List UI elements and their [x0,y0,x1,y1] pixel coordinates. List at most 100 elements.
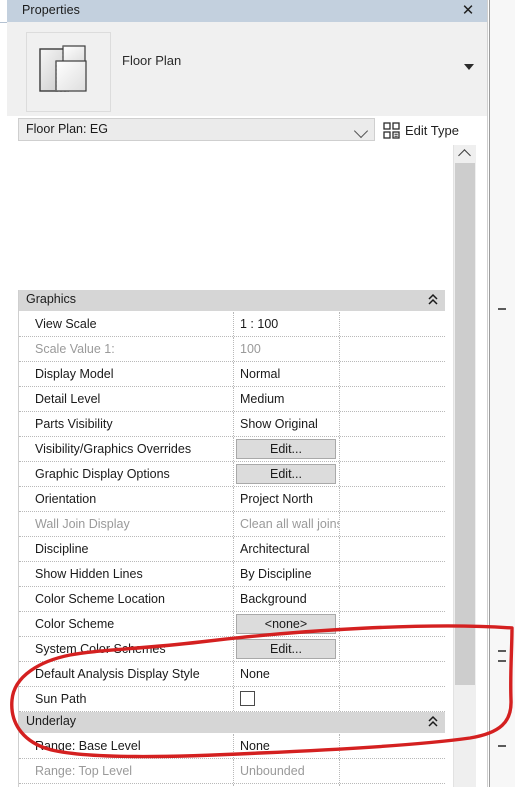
scrollbar-thumb[interactable] [455,163,475,685]
type-thumbnail[interactable] [26,32,111,112]
panel-title: Properties [22,3,80,17]
outer-scrollbar-tick [498,308,506,310]
property-row-tail [340,734,445,758]
property-row[interactable]: Color Scheme <none> [19,612,445,637]
collapse-double-chevron-up-icon[interactable] [427,715,439,729]
property-row-tail [340,387,445,411]
caret-down-icon[interactable] [464,64,474,70]
property-row-tail [340,612,445,636]
property-value[interactable]: Project North [234,487,340,511]
property-name: Wall Join Display [19,512,234,536]
property-row[interactable]: Range: Base Level None [19,734,445,759]
section-title: Graphics [26,292,77,306]
property-name: Detail Level [19,387,234,411]
property-value[interactable]: Architectural [234,537,340,561]
property-value[interactable]: 100 [234,337,340,361]
property-row-tail [340,412,445,436]
property-row[interactable]: Wall Join Display Clean all wall joins [19,512,445,537]
property-row[interactable]: Detail Level Medium [19,387,445,412]
family-name-label: Floor Plan [122,53,182,68]
property-row[interactable]: Default Analysis Display Style None [19,662,445,687]
properties-panel: Properties ✕ Floor Plan Floor Plan: EG E… [0,0,515,787]
edit-type-label: Edit Type [405,122,459,138]
collapse-double-chevron-up-icon[interactable] [427,293,439,307]
outer-scrollbar-tick [498,660,506,662]
property-row-tail [340,587,445,611]
title-bar-left-edge [0,0,7,22]
property-value[interactable]: None [234,662,340,686]
property-row-tail [340,487,445,511]
property-value[interactable]: Background [234,587,340,611]
section-header-underlay[interactable]: Underlay [19,712,445,734]
property-row-tail [340,759,445,783]
property-value[interactable]: Edit... [234,437,340,461]
property-name: Orientation [19,487,234,511]
property-row-tail [340,687,445,711]
property-row[interactable]: Parts Visibility Show Original [19,412,445,437]
property-checkbox[interactable] [240,691,255,706]
property-grid: Graphics View Scale 1 : 100 Scale Value 1: 1… [0,145,488,787]
type-combo-row: Floor Plan: EG Edit Type [0,118,488,142]
outer-scrollbar-tick [498,745,506,747]
panel-title-bar: Properties ✕ [0,0,488,23]
property-value[interactable]: Clean all wall joins [234,512,340,536]
type-select-value: Floor Plan: EG [26,122,108,136]
property-value[interactable]: None [234,734,340,758]
property-name: Default Analysis Display Style [19,662,234,686]
property-value[interactable]: Medium [234,387,340,411]
property-name: Sun Path [19,687,234,711]
property-row[interactable]: Show Hidden Lines By Discipline [19,562,445,587]
property-edit-button[interactable]: Edit... [236,439,336,459]
property-value[interactable]: <none> [234,612,340,636]
property-name: Range: Top Level [19,759,234,783]
edit-type-grid-icon [383,121,400,139]
section-header-graphics[interactable]: Graphics [19,290,445,312]
property-name: Graphic Display Options [19,462,234,486]
property-row[interactable]: Orientation Project North [19,487,445,512]
outer-scrollbar[interactable] [489,0,515,787]
scrollbar-up-button[interactable] [454,145,476,163]
property-name: Color Scheme Location [19,587,234,611]
property-row-tail [340,637,445,661]
property-row[interactable]: Color Scheme Location Background [19,587,445,612]
property-row-tail [340,337,445,361]
property-name: Range: Base Level [19,734,234,758]
property-row[interactable]: Display Model Normal [19,362,445,387]
property-row[interactable]: System Color Schemes Edit... [19,637,445,662]
chevron-up-icon [458,149,471,162]
edit-type-button[interactable]: Edit Type [383,120,459,140]
property-value[interactable]: Edit... [234,462,340,486]
close-icon[interactable]: ✕ [458,1,478,21]
property-name: Discipline [19,537,234,561]
property-row-tail [340,537,445,561]
property-value[interactable]: Edit... [234,637,340,661]
property-name: Parts Visibility [19,412,234,436]
chevron-down-icon [353,123,369,139]
floor-plan-thumbnail-icon [39,45,87,92]
property-value[interactable]: Normal [234,362,340,386]
property-row[interactable]: Discipline Architectural [19,537,445,562]
property-value[interactable] [234,687,340,711]
property-row[interactable]: Scale Value 1: 100 [19,337,445,362]
property-edit-button[interactable]: Edit... [236,464,336,484]
property-row[interactable]: View Scale 1 : 100 [19,312,445,337]
property-value[interactable]: Show Original [234,412,340,436]
property-name: View Scale [19,312,234,336]
property-row[interactable]: Range: Top Level Unbounded [19,759,445,784]
property-row[interactable]: Graphic Display Options Edit... [19,462,445,487]
panel-right-border [487,0,488,787]
property-name: System Color Schemes [19,637,234,661]
property-value[interactable]: Unbounded [234,759,340,783]
property-grid-scrollbar[interactable] [453,145,476,787]
property-row-tail [340,662,445,686]
property-row[interactable]: Visibility/Graphics Overrides Edit... [19,437,445,462]
property-row[interactable]: Sun Path [19,687,445,712]
property-row-tail [340,362,445,386]
property-edit-button[interactable]: Edit... [236,639,336,659]
property-name: Show Hidden Lines [19,562,234,586]
property-edit-button[interactable]: <none> [236,614,336,634]
property-value[interactable]: By Discipline [234,562,340,586]
property-name: Display Model [19,362,234,386]
type-select[interactable]: Floor Plan: EG [18,118,375,141]
property-value[interactable]: 1 : 100 [234,312,340,336]
